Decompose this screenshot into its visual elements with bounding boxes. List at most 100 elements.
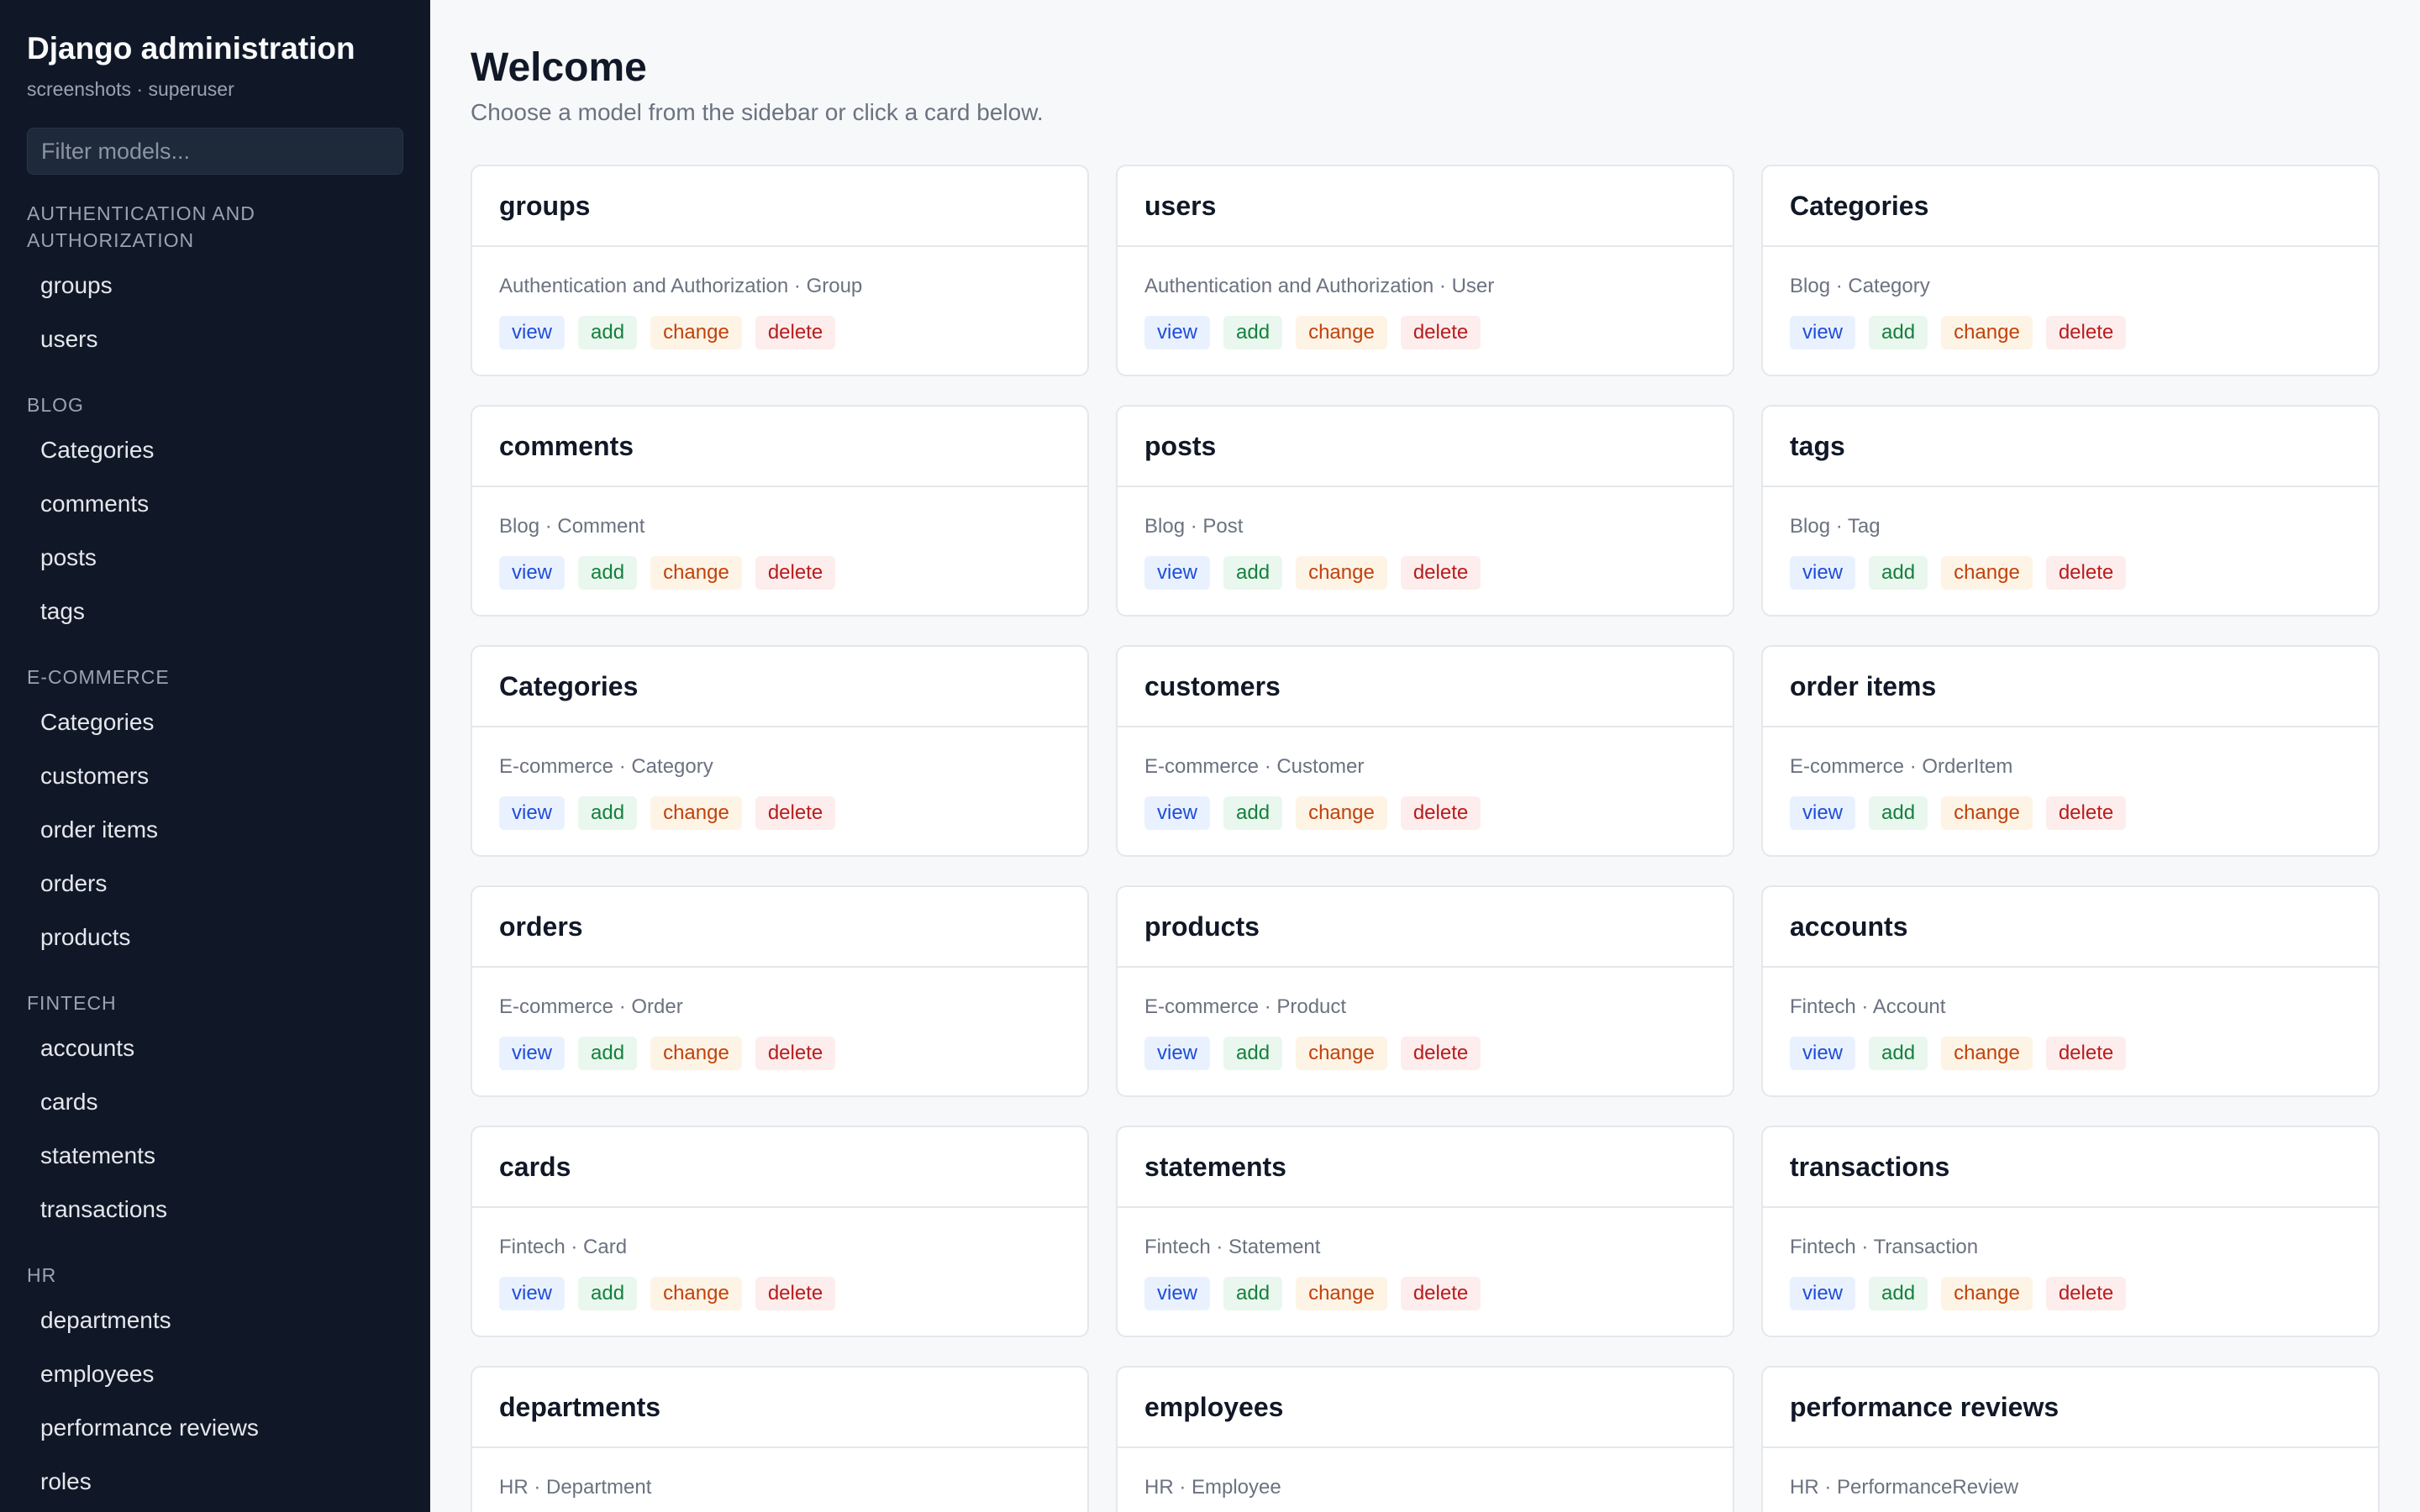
delete-link[interactable]: delete (2045, 316, 2127, 349)
model-card[interactable]: performance reviews HR · PerformanceRevie… (1761, 1366, 2380, 1512)
view-link[interactable]: view (1790, 796, 1856, 830)
card-title[interactable]: statements (1144, 1152, 1286, 1183)
card-title[interactable]: cards (499, 1152, 571, 1183)
card-title[interactable]: employees (1144, 1392, 1283, 1423)
view-link[interactable]: view (1790, 556, 1856, 590)
site-title[interactable]: Django administration (27, 30, 403, 67)
view-link[interactable]: view (499, 556, 566, 590)
view-link[interactable]: view (1144, 556, 1211, 590)
change-link[interactable]: change (1296, 1037, 1387, 1070)
model-card[interactable]: departments HR · Departmentviewaddchanged… (471, 1366, 1089, 1512)
add-link[interactable]: add (1869, 1037, 1928, 1070)
delete-link[interactable]: delete (1400, 316, 1481, 349)
model-card[interactable]: accounts Fintech · Account view add change de… (1761, 885, 2380, 1097)
sidebar-item-groups[interactable]: groups (27, 259, 403, 312)
view-link[interactable]: view (499, 796, 566, 830)
model-card[interactable]: orders E-commerce · Order view add change del… (471, 885, 1089, 1097)
delete-link[interactable]: delete (755, 1277, 836, 1310)
sidebar-item-statements[interactable]: statements (27, 1129, 403, 1183)
sidebar-item-orders[interactable]: orders (27, 857, 403, 911)
add-link[interactable]: add (1223, 1037, 1283, 1070)
change-link[interactable]: change (650, 796, 742, 830)
view-link[interactable]: view (499, 1277, 566, 1310)
model-card[interactable]: transactions Fintech · Transaction view add… (1761, 1126, 2380, 1337)
card-title[interactable]: departments (499, 1392, 660, 1423)
change-link[interactable]: change (1296, 796, 1387, 830)
sidebar-item-performance-reviews[interactable]: performance reviews (27, 1401, 403, 1455)
delete-link[interactable]: delete (1400, 556, 1481, 590)
add-link[interactable]: add (1869, 796, 1928, 830)
change-link[interactable]: change (1941, 1037, 2033, 1070)
delete-link[interactable]: delete (1400, 1037, 1481, 1070)
change-link[interactable]: change (650, 556, 742, 590)
model-card[interactable]: products E-commerce · Product view add chang… (1116, 885, 1734, 1097)
add-link[interactable]: add (1223, 796, 1283, 830)
model-card[interactable]: Categories E-commerce · Category view add ch… (471, 645, 1089, 857)
card-title[interactable]: comments (499, 431, 634, 462)
delete-link[interactable]: delete (2045, 1277, 2127, 1310)
add-link[interactable]: add (1869, 1277, 1928, 1310)
card-title[interactable]: transactions (1790, 1152, 1949, 1183)
sidebar-item-departments[interactable]: departments (27, 1294, 403, 1347)
model-card[interactable]: order items E-commerce · OrderItem view add… (1761, 645, 2380, 857)
add-link[interactable]: add (1223, 556, 1283, 590)
model-card[interactable]: tags Blog · Tag view add change delete (1761, 405, 2380, 617)
model-card[interactable]: groups Authentication and Authorization ·… (471, 165, 1089, 376)
card-title[interactable]: orders (499, 911, 583, 942)
add-link[interactable]: add (1223, 1277, 1283, 1310)
delete-link[interactable]: delete (2045, 1037, 2127, 1070)
view-link[interactable]: view (1790, 1037, 1856, 1070)
delete-link[interactable]: delete (755, 796, 836, 830)
sidebar-item-employees[interactable]: employees (27, 1347, 403, 1401)
add-link[interactable]: add (1869, 316, 1928, 349)
view-link[interactable]: view (1790, 316, 1856, 349)
filter-models-input[interactable] (27, 128, 403, 175)
view-link[interactable]: view (1144, 796, 1211, 830)
sidebar-item-products[interactable]: products (27, 911, 403, 964)
card-title[interactable]: tags (1790, 431, 1845, 462)
card-title[interactable]: Categories (499, 671, 638, 702)
card-title[interactable]: accounts (1790, 911, 1907, 942)
card-title[interactable]: posts (1144, 431, 1216, 462)
view-link[interactable]: view (499, 1037, 566, 1070)
card-title[interactable]: Categories (1790, 191, 1928, 222)
change-link[interactable]: change (650, 1037, 742, 1070)
change-link[interactable]: change (1941, 556, 2033, 590)
view-link[interactable]: view (1790, 1277, 1856, 1310)
add-link[interactable]: add (1223, 316, 1283, 349)
delete-link[interactable]: delete (1400, 796, 1481, 830)
change-link[interactable]: change (1941, 796, 2033, 830)
change-link[interactable]: change (1941, 316, 2033, 349)
sidebar-item-categories[interactable]: Categories (27, 423, 403, 477)
view-link[interactable]: view (499, 316, 566, 349)
add-link[interactable]: add (578, 796, 638, 830)
delete-link[interactable]: delete (2045, 556, 2127, 590)
add-link[interactable]: add (578, 1037, 638, 1070)
model-card[interactable]: cards Fintech · Card view add change delete (471, 1126, 1089, 1337)
card-title[interactable]: users (1144, 191, 1216, 222)
sidebar-item-customers[interactable]: customers (27, 749, 403, 803)
add-link[interactable]: add (578, 1277, 638, 1310)
sidebar-item-posts[interactable]: posts (27, 531, 403, 585)
sidebar-item-categories[interactable]: Categories (27, 696, 403, 749)
change-link[interactable]: change (650, 316, 742, 349)
sidebar-item-users[interactable]: users (27, 312, 403, 366)
card-title[interactable]: order items (1790, 671, 1936, 702)
model-card[interactable]: comments Blog · Comment view add change delet… (471, 405, 1089, 617)
add-link[interactable]: add (1869, 556, 1928, 590)
delete-link[interactable]: delete (755, 1037, 836, 1070)
card-title[interactable]: products (1144, 911, 1260, 942)
model-card[interactable]: Categories Blog · Category view add change de… (1761, 165, 2380, 376)
sidebar-item-tags[interactable]: tags (27, 585, 403, 638)
change-link[interactable]: change (1296, 1277, 1387, 1310)
delete-link[interactable]: delete (755, 316, 836, 349)
sidebar-item-roles[interactable]: roles (27, 1455, 403, 1509)
card-title[interactable]: customers (1144, 671, 1281, 702)
delete-link[interactable]: delete (755, 556, 836, 590)
sidebar-item-comments[interactable]: comments (27, 477, 403, 531)
change-link[interactable]: change (1296, 316, 1387, 349)
view-link[interactable]: view (1144, 1277, 1211, 1310)
view-link[interactable]: view (1144, 316, 1211, 349)
model-card[interactable]: posts Blog · Post view add change delete (1116, 405, 1734, 617)
sidebar-item-accounts[interactable]: accounts (27, 1021, 403, 1075)
